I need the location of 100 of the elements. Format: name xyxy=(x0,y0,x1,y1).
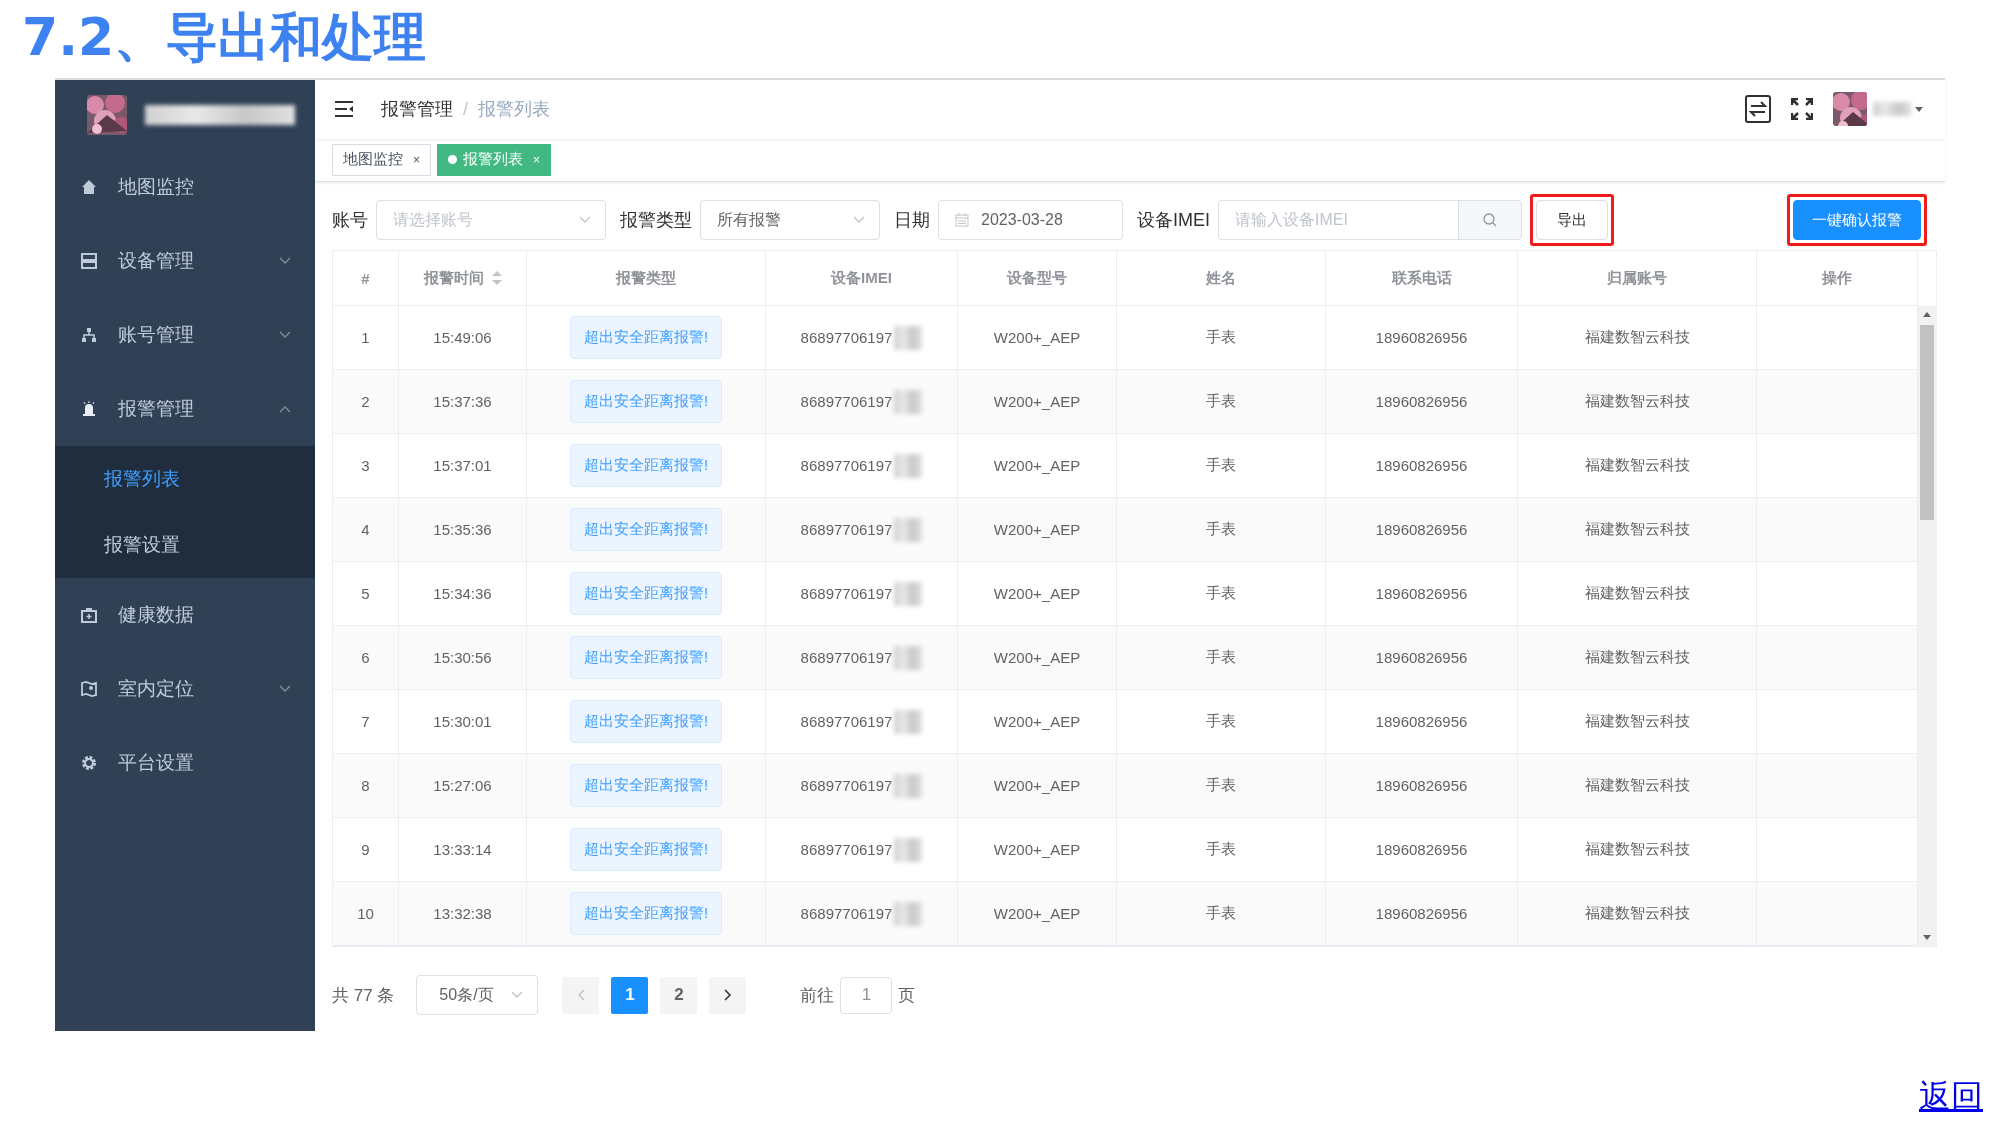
table-cell: 3 xyxy=(361,457,370,474)
alarm-tag: 超出安全距离报警! xyxy=(569,444,723,487)
table-cell: 福建数智云科技 xyxy=(1584,456,1690,475)
page-suffix: 页 xyxy=(898,984,916,1007)
table-cell: 手表 xyxy=(1206,840,1236,859)
submenu-item[interactable]: 报警设置 xyxy=(55,512,315,578)
menu-item[interactable]: 平台设置 xyxy=(55,726,315,800)
blurred-region xyxy=(894,517,923,542)
table-cell: W200+_AEP xyxy=(993,905,1081,922)
table-cell: 6 xyxy=(361,649,370,666)
map-icon xyxy=(81,681,97,697)
table-cell: 5 xyxy=(361,585,370,602)
breadcrumb-item: 报警列表 xyxy=(478,98,550,122)
back-link[interactable]: 返回 xyxy=(1919,1075,1983,1119)
table-cell: 福建数智云科技 xyxy=(1584,712,1690,731)
imei-input-field[interactable]: 请输入设备IMEI xyxy=(1218,200,1458,240)
hierarchy-icon xyxy=(81,327,97,343)
table-cell: W200+_AEP xyxy=(993,521,1081,538)
chevron-right-icon xyxy=(723,989,732,1001)
arrow-down-icon xyxy=(1923,935,1931,940)
alarm-tag: 超出安全距离报警! xyxy=(569,380,723,423)
blurred-region xyxy=(894,325,923,350)
breadcrumb-separator: / xyxy=(463,98,468,120)
search-icon xyxy=(1483,213,1497,227)
table-cell: 福建数智云科技 xyxy=(1584,648,1690,667)
table-cell: 7 xyxy=(361,713,370,730)
submenu-item[interactable]: 报警列表 xyxy=(55,446,315,512)
next-page-button[interactable] xyxy=(709,976,747,1014)
active-dot-icon xyxy=(448,155,457,165)
previous-page-button[interactable] xyxy=(562,976,600,1014)
page-title: 7.2、导出和处理 xyxy=(21,6,428,69)
field-label: 报警类型 xyxy=(620,209,692,232)
table-cell: 15:30:56 xyxy=(433,649,492,666)
chevron-down-icon xyxy=(579,216,591,224)
table-cell: 8 xyxy=(361,777,370,794)
page-size-select[interactable]: 50条/页 xyxy=(416,975,539,1015)
blurred-region xyxy=(894,709,923,734)
menu-item[interactable]: 地图监控 xyxy=(55,150,315,224)
table-cell: 18960826956 xyxy=(1375,713,1468,730)
table-cell: 18960826956 xyxy=(1375,905,1468,922)
table-cell: 手表 xyxy=(1206,776,1236,795)
close-icon[interactable]: × xyxy=(413,152,420,167)
table-cell: 86897706197 xyxy=(800,521,893,538)
table-cell: 86897706197 xyxy=(800,585,893,602)
blurred-region xyxy=(894,389,923,414)
menu-item[interactable]: 报警管理 xyxy=(55,372,315,446)
confirm-button[interactable]: 一键确认报警 xyxy=(1793,200,1921,240)
table-cell: 15:35:36 xyxy=(433,521,492,538)
chevron-down-icon xyxy=(511,991,524,999)
blurred-region xyxy=(894,645,923,670)
blurred-region xyxy=(1873,102,1911,117)
column-header: 归属账号 xyxy=(1518,251,1757,306)
table-cell: 手表 xyxy=(1206,392,1236,411)
alarm-type-select[interactable]: 所有报警 xyxy=(700,200,880,240)
menu-icon xyxy=(335,101,353,118)
fullscreen-icon xyxy=(1791,98,1813,121)
menu-item[interactable]: 设备管理 xyxy=(55,224,315,298)
tab[interactable]: 地图监控 × xyxy=(332,143,431,176)
settings-icon xyxy=(81,755,97,771)
total-count: 共 77 条 xyxy=(332,984,395,1007)
table-cell: 福建数智云科技 xyxy=(1584,840,1690,859)
table-cell: 福建数智云科技 xyxy=(1584,584,1690,603)
table-cell: 13:33:14 xyxy=(433,841,492,858)
page-button[interactable]: 2 xyxy=(660,976,698,1014)
table-cell: 15:27:06 xyxy=(433,777,492,794)
table-cell: W200+_AEP xyxy=(993,329,1081,346)
table-cell: W200+_AEP xyxy=(993,713,1081,730)
medical-kit-icon xyxy=(81,607,97,623)
menu-item[interactable]: 健康数据 xyxy=(55,578,315,652)
page-button[interactable]: 1 xyxy=(611,976,649,1014)
home-icon xyxy=(81,179,97,195)
alarm-tag: 超出安全距离报警! xyxy=(569,636,723,679)
blurred-region xyxy=(894,901,923,926)
search-button[interactable] xyxy=(1458,200,1522,240)
table-cell: 4 xyxy=(361,521,370,538)
export-button[interactable]: 导出 xyxy=(1536,200,1608,240)
field-label: 日期 xyxy=(894,209,930,232)
menu-item[interactable]: 账号管理 xyxy=(55,298,315,372)
alarm-light-icon xyxy=(81,401,97,417)
table-cell: 18960826956 xyxy=(1375,585,1468,602)
table-cell: 86897706197 xyxy=(800,777,893,794)
alarm-tag: 超出安全距离报警! xyxy=(569,316,723,359)
table-cell: W200+_AEP xyxy=(993,841,1081,858)
blurred-region xyxy=(894,453,923,478)
switch-icon xyxy=(1745,95,1771,124)
table-cell: 18960826956 xyxy=(1375,649,1468,666)
arrow-up-icon xyxy=(1923,312,1931,317)
date-field[interactable]: 2023-03-28 xyxy=(938,200,1123,240)
table-cell: 手表 xyxy=(1206,584,1236,603)
breadcrumb-item[interactable]: 报警管理 xyxy=(381,97,453,122)
table-cell: 1 xyxy=(361,329,370,346)
blurred-region xyxy=(894,837,923,862)
scroll-thumb[interactable] xyxy=(1920,325,1934,520)
menu-item[interactable]: 室内定位 xyxy=(55,652,315,726)
table-cell: 86897706197 xyxy=(800,457,893,474)
table-cell: 86897706197 xyxy=(800,841,893,858)
scrollbar[interactable] xyxy=(1918,306,1936,946)
alarm-tag: 超出安全距离报警! xyxy=(569,764,723,807)
alarm-tag: 超出安全距离报警! xyxy=(569,508,723,551)
table-cell: 18960826956 xyxy=(1375,457,1468,474)
